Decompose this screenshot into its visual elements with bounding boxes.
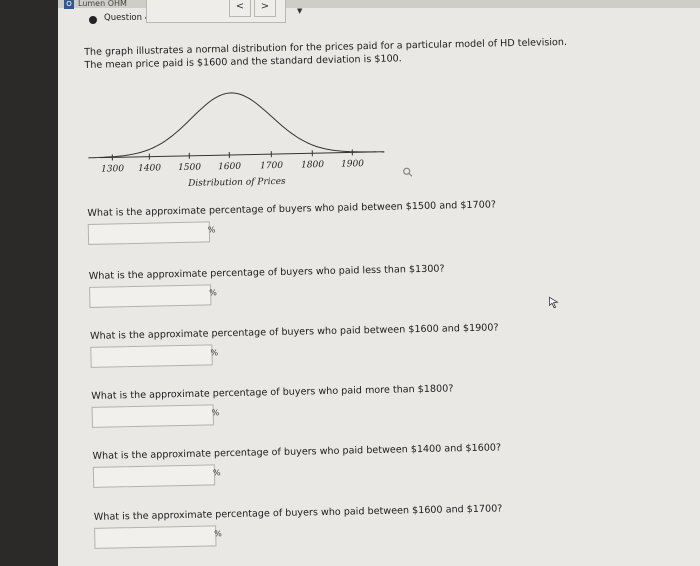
question-label[interactable]: Question 4 [104, 13, 150, 23]
question-item: What is the approximate percentage of bu… [89, 320, 610, 368]
x-axis-label: Distribution of Prices [187, 177, 286, 189]
answer-input[interactable] [91, 404, 214, 428]
question-item: What is the approximate percentage of bu… [91, 380, 611, 428]
question-item: What is the approximate percentage of bu… [88, 260, 609, 308]
normal-curve [88, 92, 377, 159]
percent-unit: % [207, 225, 216, 235]
normal-distribution-chart: 1300 1400 1500 1600 1700 1800 1900 Distribution… [85, 79, 407, 196]
question-text: What is the approximate percentage of bu… [91, 383, 454, 402]
percent-unit: % [214, 529, 222, 539]
x-tick-label: 1300 [101, 164, 124, 174]
question-item: What is the approximate percentage of bu… [93, 501, 614, 549]
percent-unit: % [209, 288, 217, 298]
question-item: What is the approximate percentage of bu… [92, 440, 612, 488]
percent-unit: % [212, 468, 221, 478]
x-tick-label: 1500 [178, 163, 201, 173]
answer-input[interactable] [92, 464, 216, 488]
question-text: What is the approximate percentage of bu… [87, 199, 497, 219]
chevron-down-icon[interactable]: ▼ [297, 7, 302, 15]
question-text: What is the approximate percentage of bu… [89, 322, 499, 342]
question-item: What is the approximate percentage of bu… [87, 197, 607, 245]
answer-input[interactable] [90, 344, 213, 368]
x-tick-label: 1600 [218, 162, 241, 172]
x-axis [100, 151, 385, 159]
x-tick-label: 1900 [341, 159, 364, 169]
cursor-icon [548, 296, 559, 309]
question-intro: The graph illustrates a normal distribut… [84, 34, 644, 72]
question-status-dot [89, 16, 97, 24]
page: O Lumen OHM Question 4 ▼ < > The graph i… [58, 0, 700, 566]
percent-unit: % [211, 408, 220, 418]
x-tick-label: 1800 [301, 160, 324, 170]
app-logo: O [64, 0, 74, 9]
question-text: What is the approximate percentage of bu… [88, 263, 445, 282]
prev-question-button[interactable]: < [229, 0, 251, 17]
x-tick-label: 1700 [260, 161, 283, 171]
search-icon[interactable] [403, 167, 413, 177]
question-text: What is the approximate percentage of bu… [92, 442, 502, 462]
answer-input[interactable] [94, 525, 217, 549]
chart-svg: 1300 1400 1500 1600 1700 1800 1900 Distribution… [88, 92, 385, 189]
answer-input[interactable] [87, 221, 211, 245]
percent-unit: % [210, 348, 219, 358]
x-tick-label: 1400 [138, 163, 161, 173]
app-title: Lumen OHM [78, 0, 127, 8]
question-content: The graph illustrates a normal distribut… [84, 34, 644, 549]
answer-input[interactable] [89, 284, 212, 308]
question-text: What is the approximate percentage of bu… [93, 503, 503, 523]
next-question-button[interactable]: > [254, 0, 276, 17]
